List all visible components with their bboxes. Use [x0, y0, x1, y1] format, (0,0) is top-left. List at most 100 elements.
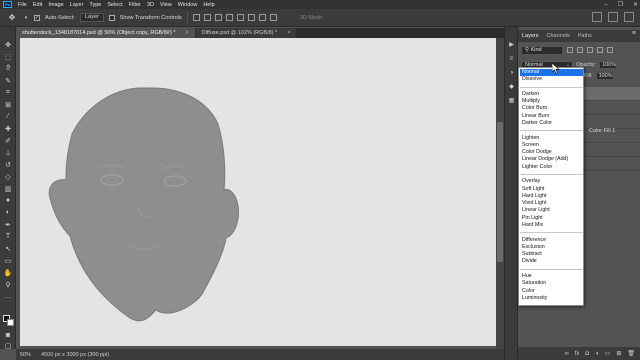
- filter-kind-select[interactable]: ⚲ Kind: [521, 45, 563, 55]
- pixel-filter-icon[interactable]: [567, 47, 573, 53]
- blend-option-overlay[interactable]: Overlay: [520, 178, 583, 185]
- document-tab[interactable]: Diffuse.psd @ 102% (RGB/8) * ×: [195, 28, 298, 38]
- blur-tool-icon[interactable]: ●: [3, 196, 13, 205]
- blend-option-hard-light[interactable]: Hard Light: [520, 193, 583, 200]
- brush-tool-icon[interactable]: ✐: [3, 136, 13, 145]
- blend-option-color-dodge[interactable]: Color Dodge: [520, 149, 583, 156]
- tab-channels[interactable]: Channels: [547, 33, 570, 39]
- eyedropper-tool-icon[interactable]: ⁄: [3, 112, 13, 121]
- adjustments-panel-icon[interactable]: ◑: [508, 69, 515, 76]
- auto-select-checkbox[interactable]: ✓: [34, 14, 40, 21]
- rectangle-tool-icon[interactable]: ▭: [3, 256, 13, 265]
- minimize-button[interactable]: –: [604, 2, 607, 8]
- tab-layers[interactable]: Layers: [522, 33, 539, 39]
- fill-field[interactable]: 100%: [595, 72, 614, 80]
- blend-option-pin-light[interactable]: Pin Light: [520, 215, 583, 222]
- fx-icon[interactable]: fx: [575, 351, 580, 357]
- menu-view[interactable]: View: [157, 2, 175, 8]
- zoom-tool-icon[interactable]: ⚲: [3, 280, 13, 289]
- clone-stamp-icon[interactable]: ⊥: [3, 148, 13, 157]
- search-icon[interactable]: [592, 12, 602, 22]
- layer-name-color-fill[interactable]: Color Fill 1: [589, 128, 615, 134]
- auto-select-dropdown[interactable]: Layer: [79, 13, 104, 22]
- adjustment-filter-icon[interactable]: [577, 47, 583, 53]
- blend-option-hue[interactable]: Hue: [520, 273, 583, 280]
- menu-help[interactable]: Help: [200, 2, 217, 8]
- blend-option-darken[interactable]: Darken: [520, 91, 583, 98]
- blend-option-dissolve[interactable]: Dissolve: [520, 76, 583, 83]
- blend-option-multiply[interactable]: Multiply: [520, 98, 583, 105]
- move-tool-icon[interactable]: ✥: [3, 40, 13, 49]
- align-middle-icon[interactable]: [203, 14, 211, 21]
- properties-panel-icon[interactable]: ≡: [508, 55, 515, 62]
- workspace-icon[interactable]: [608, 12, 618, 22]
- panel-menu-icon[interactable]: ≡: [632, 30, 636, 37]
- align-left-icon[interactable]: [225, 14, 233, 21]
- blend-option-saturation[interactable]: Saturation: [520, 280, 583, 287]
- pen-tool-icon[interactable]: ✒: [3, 220, 13, 229]
- group-icon[interactable]: ▭: [605, 350, 611, 357]
- type-filter-icon[interactable]: [587, 47, 593, 53]
- blend-option-linear-burn[interactable]: Linear Burn: [520, 113, 583, 120]
- close-tab-icon[interactable]: ×: [185, 30, 188, 36]
- scrollbar-thumb[interactable]: [497, 122, 503, 262]
- mask-icon[interactable]: ◘: [585, 351, 589, 357]
- align-top-icon[interactable]: [192, 14, 200, 21]
- adjustment-icon[interactable]: ◑: [595, 351, 599, 357]
- marquee-tool-icon[interactable]: ⬚: [3, 52, 13, 61]
- align-right-icon[interactable]: [247, 14, 255, 21]
- healing-brush-icon[interactable]: ✚: [3, 124, 13, 133]
- align-center-icon[interactable]: [236, 14, 244, 21]
- gradient-tool-icon[interactable]: ▥: [3, 184, 13, 193]
- shape-filter-icon[interactable]: [597, 47, 603, 53]
- close-window-button[interactable]: ✕: [633, 1, 638, 8]
- chevron-down-icon[interactable]: ▾: [23, 12, 29, 24]
- menu-layer[interactable]: Layer: [67, 2, 87, 8]
- menu-type[interactable]: Type: [86, 2, 104, 8]
- screen-mode-icon[interactable]: ▢: [3, 341, 13, 350]
- history-brush-icon[interactable]: ↺: [3, 160, 13, 169]
- opacity-field[interactable]: 100%: [599, 61, 618, 69]
- path-select-tool-icon[interactable]: ↖: [3, 244, 13, 253]
- restore-button[interactable]: ❐: [618, 1, 623, 8]
- quick-mask-icon[interactable]: ◙: [3, 331, 13, 340]
- blend-option-exclusion[interactable]: Exclusion: [520, 244, 583, 251]
- blend-option-color-burn[interactable]: Color Burn: [520, 105, 583, 112]
- menu-select[interactable]: Select: [104, 2, 125, 8]
- menu-edit[interactable]: Edit: [30, 2, 45, 8]
- tab-paths[interactable]: Paths: [578, 33, 592, 39]
- menu-image[interactable]: Image: [45, 2, 66, 8]
- blend-option-color[interactable]: Color: [520, 288, 583, 295]
- background-color-swatch[interactable]: [7, 319, 14, 326]
- move-tool-icon[interactable]: ✥: [6, 12, 18, 24]
- crop-tool-icon[interactable]: ⌗: [3, 88, 13, 97]
- blend-option-luminosity[interactable]: Luminosity: [520, 295, 583, 302]
- vertical-scrollbar[interactable]: [496, 38, 504, 349]
- align-bottom-icon[interactable]: [214, 14, 222, 21]
- blend-option-vivid-light[interactable]: Vivid Light: [520, 200, 583, 207]
- menu-filter[interactable]: Filter: [126, 2, 144, 8]
- trash-icon[interactable]: 🗑: [627, 350, 635, 357]
- eraser-tool-icon[interactable]: ◇: [3, 172, 13, 181]
- menu-file[interactable]: File: [15, 2, 30, 8]
- close-tab-icon[interactable]: ×: [287, 30, 290, 36]
- type-tool-icon[interactable]: T: [3, 232, 13, 241]
- distribute-icon[interactable]: [258, 14, 266, 21]
- link-icon[interactable]: ∞: [564, 351, 568, 357]
- blend-option-lighten[interactable]: Lighten: [520, 135, 583, 142]
- document-canvas[interactable]: [20, 38, 498, 346]
- share-icon[interactable]: [624, 12, 634, 22]
- blend-option-linear-dodge-add[interactable]: Linear Dodge (Add): [520, 156, 583, 163]
- blend-option-darker-color[interactable]: Darker Color: [520, 120, 583, 127]
- blend-option-difference[interactable]: Difference: [520, 237, 583, 244]
- lasso-tool-icon[interactable]: ϑ: [3, 64, 13, 73]
- more-options-icon[interactable]: [269, 14, 277, 21]
- color-panel-icon[interactable]: ◆: [508, 83, 515, 90]
- frame-tool-icon[interactable]: ⊠: [3, 100, 13, 109]
- blend-option-screen[interactable]: Screen: [520, 142, 583, 149]
- blend-option-divide[interactable]: Divide: [520, 258, 583, 265]
- blend-option-linear-light[interactable]: Linear Light: [520, 207, 583, 214]
- zoom-level[interactable]: 50%: [20, 352, 31, 358]
- document-tab-active[interactable]: shutterstock_1348187014.psd @ 50% (Objec…: [16, 28, 196, 38]
- new-layer-icon[interactable]: ⊞: [616, 350, 621, 357]
